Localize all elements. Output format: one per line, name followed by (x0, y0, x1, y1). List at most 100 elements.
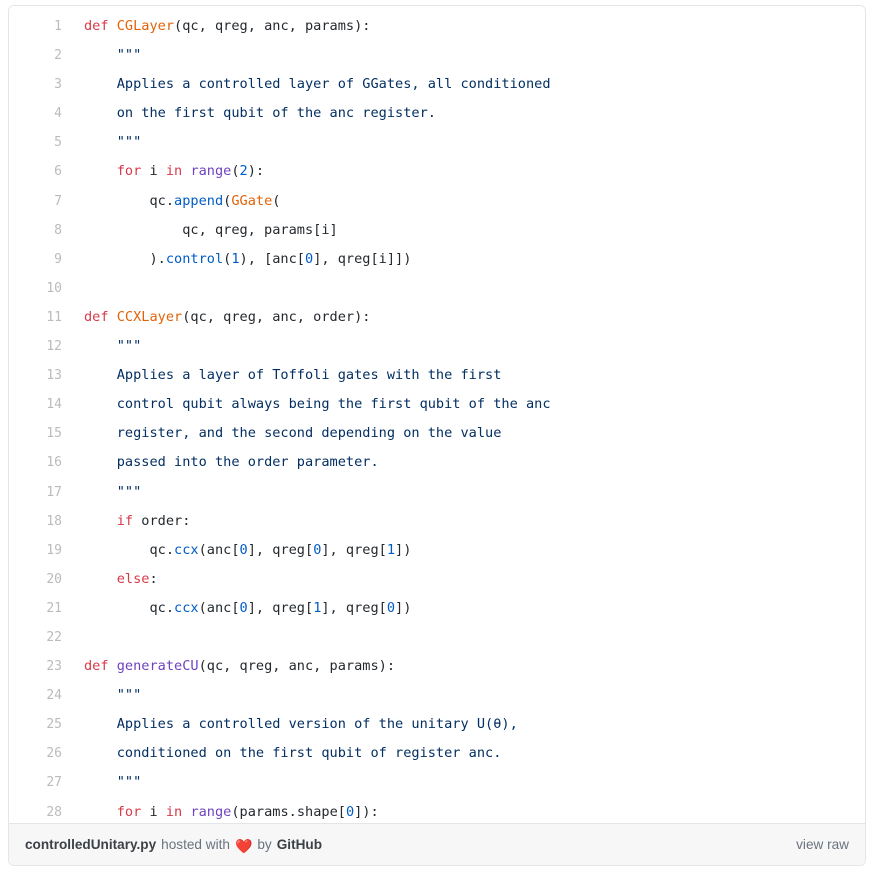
code-table-body: 1 def CGLayer(qc, qreg, anc, params): 2 ""… (9, 12, 865, 823)
line-content[interactable]: on the first qubit of the anc register. (74, 99, 865, 128)
code-token: qc. (84, 192, 175, 209)
line-number: 17 (46, 484, 62, 500)
line-number: 26 (46, 746, 62, 762)
code-table: 1 def CGLayer(qc, qreg, anc, params): 2 ""… (9, 12, 865, 823)
line-content[interactable]: """ (74, 681, 865, 710)
code-line: 22 (9, 623, 865, 652)
code-token: ): (247, 163, 265, 180)
line-content[interactable]: qc.ccx(anc[0], qreg[0], qreg[1]) (74, 536, 865, 565)
hosted-with-label: hosted with (161, 837, 230, 852)
line-content[interactable]: register, and the second depending on th… (74, 419, 865, 448)
code-line: 10 (9, 274, 865, 303)
code-token: for (116, 803, 142, 820)
line-number: 2 (54, 48, 62, 64)
code-token: """ (116, 134, 142, 151)
line-number: 6 (54, 164, 62, 180)
gist-embed-container: 1 def CGLayer(qc, qreg, anc, params): 2 ""… (8, 5, 866, 866)
line-content[interactable]: ).control(1), [anc[0], qreg[i]]) (74, 245, 865, 274)
line-number: 20 (46, 571, 62, 587)
code-token: ], qreg[ (321, 599, 387, 616)
code-line: 1 def CGLayer(qc, qreg, anc, params): (9, 12, 865, 41)
code-token: ( (231, 163, 240, 180)
code-token: GGate (231, 192, 273, 209)
code-token: ]) (395, 541, 412, 558)
code-token: 0 (386, 599, 396, 616)
code-token: else (116, 570, 150, 587)
code-line: 12 """ (9, 332, 865, 361)
line-number: 24 (46, 688, 62, 704)
code-token: ]): (354, 803, 379, 820)
line-content[interactable]: """ (74, 768, 865, 797)
code-token: qc. (84, 599, 175, 616)
line-content[interactable]: else: (74, 565, 865, 594)
code-token: (qc, qreg, anc, params): (174, 18, 371, 34)
line-content[interactable]: for i in range(2): (74, 157, 865, 186)
line-number: 4 (54, 106, 62, 122)
line-number: 28 (46, 804, 62, 820)
code-token: generateCU (116, 658, 199, 675)
line-content[interactable]: """ (74, 332, 865, 361)
code-token: ], qreg[ (247, 599, 314, 616)
line-number: 13 (46, 368, 62, 384)
line-content[interactable]: qc.append(GGate( (74, 187, 865, 216)
line-content[interactable]: """ (74, 41, 865, 70)
code-line: 9 ).control(1), [anc[0], qreg[i]]) (9, 245, 865, 274)
line-content[interactable]: control qubit always being the first qub… (74, 390, 865, 419)
code-line: 27 """ (9, 768, 865, 797)
line-content[interactable]: """ (74, 128, 865, 157)
code-line: 16 passed into the order parameter. (9, 448, 865, 477)
code-token: (anc[ (198, 599, 240, 616)
line-content[interactable]: Applies a layer of Toffoli gates with th… (74, 361, 865, 390)
line-content[interactable]: Applies a controlled version of the unit… (74, 710, 865, 739)
line-number: 14 (46, 397, 62, 413)
code-line: 26 conditioned on the first qubit of reg… (9, 739, 865, 768)
line-content[interactable]: qc, qreg, params[i] (74, 216, 865, 245)
line-content[interactable]: Applies a controlled layer of GGates, al… (74, 70, 865, 99)
line-number: 23 (46, 659, 62, 675)
line-content[interactable] (74, 274, 865, 303)
code-token: """ (116, 774, 142, 791)
line-content[interactable]: passed into the order parameter. (74, 448, 865, 477)
code-token: ], qreg[i]]) (313, 250, 412, 267)
by-label: by (257, 837, 272, 852)
code-token: def (84, 658, 117, 675)
line-content[interactable]: conditioned on the first qubit of regist… (74, 739, 865, 768)
github-link[interactable]: GitHub (277, 837, 322, 852)
line-content[interactable]: def CCXLayer(qc, qreg, anc, order): (74, 303, 865, 332)
line-content[interactable]: def generateCU(qc, qreg, anc, params): (74, 652, 865, 681)
line-content[interactable]: def CGLayer(qc, qreg, anc, params): (74, 12, 865, 41)
line-number: 11 (46, 309, 62, 325)
line-content[interactable]: for i in range(params.shape[0]): (74, 798, 865, 823)
code-line: 3 Applies a controlled layer of GGates, … (9, 70, 865, 99)
code-token: ). (84, 250, 166, 267)
view-raw-link[interactable]: view raw (796, 837, 849, 852)
code-token: Applies a controlled layer of GGates, al… (116, 76, 551, 93)
code-token: order: (133, 512, 191, 529)
code-token: control qubit always being the first qub… (116, 396, 551, 413)
line-number: 18 (46, 513, 62, 529)
line-number: 7 (54, 193, 62, 209)
line-content[interactable] (74, 623, 865, 652)
code-token: (anc[ (198, 541, 240, 558)
code-line: 11 def CCXLayer(qc, qreg, anc, order): (9, 303, 865, 332)
code-line: 28 for i in range(params.shape[0]): (9, 798, 865, 823)
code-token: append (174, 192, 224, 209)
line-content[interactable]: qc.ccx(anc[0], qreg[1], qreg[0]) (74, 594, 865, 623)
code-token: """ (116, 338, 142, 355)
line-content[interactable]: """ (74, 478, 865, 507)
line-number: 19 (46, 542, 62, 558)
code-token: """ (116, 687, 142, 704)
code-token: 2 (239, 163, 248, 180)
gist-filename[interactable]: controlledUnitary.py (25, 837, 156, 852)
code-line: 24 """ (9, 681, 865, 710)
code-token: control (165, 250, 224, 267)
line-content[interactable]: if order: (74, 507, 865, 536)
code-token: 0 (345, 803, 355, 820)
code-token: if (116, 512, 134, 529)
code-line: 21 qc.ccx(anc[0], qreg[1], qreg[0]) (9, 594, 865, 623)
